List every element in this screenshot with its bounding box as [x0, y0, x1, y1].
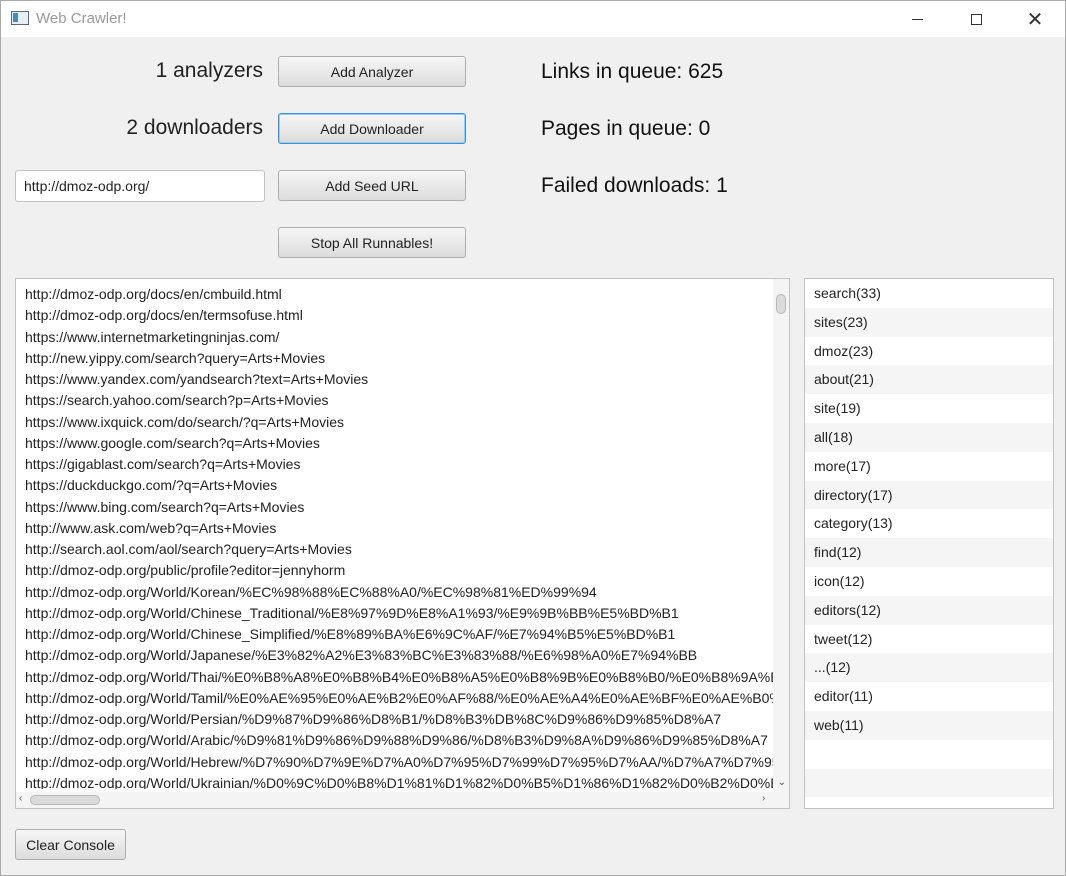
- word-list-item[interactable]: search(33): [805, 279, 1053, 308]
- word-list-item[interactable]: icon(12): [805, 567, 1053, 596]
- minimize-button[interactable]: [888, 1, 946, 37]
- console-line: http://dmoz-odp.org/World/Persian/%D9%87…: [25, 711, 722, 727]
- console-line: http://dmoz-odp.org/World/Chinese_Tradit…: [25, 604, 679, 621]
- console-line: http://dmoz-odp.org/World/Ukrainian/%D0%…: [25, 774, 773, 789]
- word-list-item[interactable]: dmoz(23): [805, 337, 1053, 366]
- failed-downloads: Failed downloads: 1: [541, 174, 728, 197]
- console-line: http://dmoz-odp.org/World/Chinese_Simpli…: [25, 626, 676, 642]
- stop-all-runnables-button[interactable]: Stop All Runnables!: [278, 227, 466, 258]
- console-line: http://dmoz-odp.org/World/Hebrew/%D7%90%…: [25, 753, 773, 770]
- scroll-left-arrow-icon[interactable]: ‹: [19, 794, 22, 804]
- empty-list-row: [805, 797, 1053, 808]
- app-window: Web Crawler! ✕ 1 analyzers Add Analyzer …: [0, 0, 1066, 876]
- console-line: https://duckduckgo.com/?q=Arts+Movies: [25, 477, 278, 494]
- console-line: https://gigablast.com/search?q=Arts+Movi…: [25, 456, 301, 472]
- word-list-item[interactable]: web(11): [805, 710, 1053, 740]
- clear-console-button[interactable]: Clear Console: [15, 829, 126, 860]
- console-line: https://www.yandex.com/yandsearch?text=A…: [25, 371, 369, 387]
- close-icon: ✕: [1026, 7, 1044, 31]
- word-list-item[interactable]: editors(12): [805, 595, 1053, 625]
- scroll-right-arrow-icon[interactable]: ›: [762, 794, 765, 804]
- console-line: http://dmoz-odp.org/docs/en/termsofuse.h…: [25, 307, 303, 324]
- maximize-icon: [970, 13, 982, 25]
- window-title: Web Crawler!: [36, 10, 127, 27]
- scroll-down-arrow-icon[interactable]: ⌄: [778, 778, 786, 788]
- word-list-item[interactable]: site(19): [805, 394, 1053, 423]
- console-line: http://www.ask.com/web?q=Arts+Movies: [25, 519, 277, 536]
- console-line: http://dmoz-odp.org/World/Japanese/%E3%8…: [25, 647, 698, 664]
- console-line: http://new.yippy.com/search?query=Arts+M…: [25, 349, 326, 366]
- app-icon: [11, 11, 29, 25]
- word-list-item[interactable]: sites(23): [805, 307, 1053, 337]
- console-line: http://dmoz-odp.org/World/Thai/%E0%B8%A8…: [25, 668, 773, 685]
- word-list-item[interactable]: ...(12): [805, 653, 1053, 683]
- word-list-item[interactable]: more(17): [805, 452, 1053, 481]
- console-line: http://search.aol.com/aol/search?query=A…: [25, 541, 352, 557]
- downloaders-count: 2 downloaders: [126, 116, 263, 139]
- seed-url-input[interactable]: http://dmoz-odp.org/: [15, 170, 265, 202]
- console-line: http://dmoz-odp.org/docs/en/cmbuild.html: [25, 286, 282, 302]
- word-list-item[interactable]: tweet(12): [805, 625, 1053, 654]
- maximize-button[interactable]: [947, 1, 1005, 37]
- close-button[interactable]: ✕: [1006, 1, 1064, 37]
- console-horizontal-scrollbar[interactable]: ‹ ›: [16, 792, 789, 808]
- console-line: http://dmoz-odp.org/World/Arabic/%D9%81%…: [25, 732, 768, 749]
- word-list-item[interactable]: find(12): [805, 538, 1053, 567]
- console-line: https://www.internetmarketingninjas.com/: [25, 328, 280, 345]
- empty-list-row: [805, 740, 1053, 769]
- console-line: http://dmoz-odp.org/World/Tamil/%E0%AE%9…: [25, 689, 773, 706]
- console-vertical-scroll-thumb[interactable]: [776, 294, 786, 314]
- word-list-item[interactable]: all(18): [805, 422, 1053, 452]
- console-line: https://search.yahoo.com/search?p=Arts+M…: [25, 392, 329, 409]
- console-line: https://www.bing.com/search?q=Arts+Movie…: [25, 498, 305, 515]
- console-horizontal-scroll-thumb[interactable]: [30, 795, 100, 805]
- console-output[interactable]: http://dmoz-odp.org/docs/en/cmbuild.html…: [15, 278, 790, 809]
- word-frequency-list[interactable]: search(33) sites(23) dmoz(23) about(21) site…: [804, 278, 1054, 809]
- console-line: https://www.ixquick.com/do/search/?q=Art…: [25, 413, 345, 430]
- add-downloader-button[interactable]: Add Downloader: [278, 113, 466, 144]
- minimize-icon: [911, 18, 923, 20]
- pages-in-queue: Pages in queue: 0: [541, 117, 711, 140]
- word-list-item[interactable]: directory(17): [805, 480, 1053, 510]
- word-list-item[interactable]: about(21): [805, 365, 1053, 395]
- word-list-item[interactable]: category(13): [805, 509, 1053, 538]
- analyzers-count: 1 analyzers: [155, 59, 263, 82]
- word-list-item[interactable]: editor(11): [805, 682, 1053, 711]
- console-line: https://www.google.com/search?q=Arts+Mov…: [25, 434, 320, 451]
- links-in-queue: Links in queue: 625: [541, 60, 724, 83]
- console-line: http://dmoz-odp.org/public/profile?edito…: [25, 562, 346, 579]
- console-vertical-scrollbar[interactable]: [773, 279, 789, 793]
- empty-list-row: [805, 768, 1053, 798]
- add-analyzer-button[interactable]: Add Analyzer: [278, 56, 466, 87]
- console-line: http://dmoz-odp.org/World/Korean/%EC%98%…: [25, 583, 597, 600]
- add-seed-url-button[interactable]: Add Seed URL: [278, 170, 466, 201]
- console-lines: http://dmoz-odp.org/docs/en/cmbuild.html…: [25, 284, 773, 789]
